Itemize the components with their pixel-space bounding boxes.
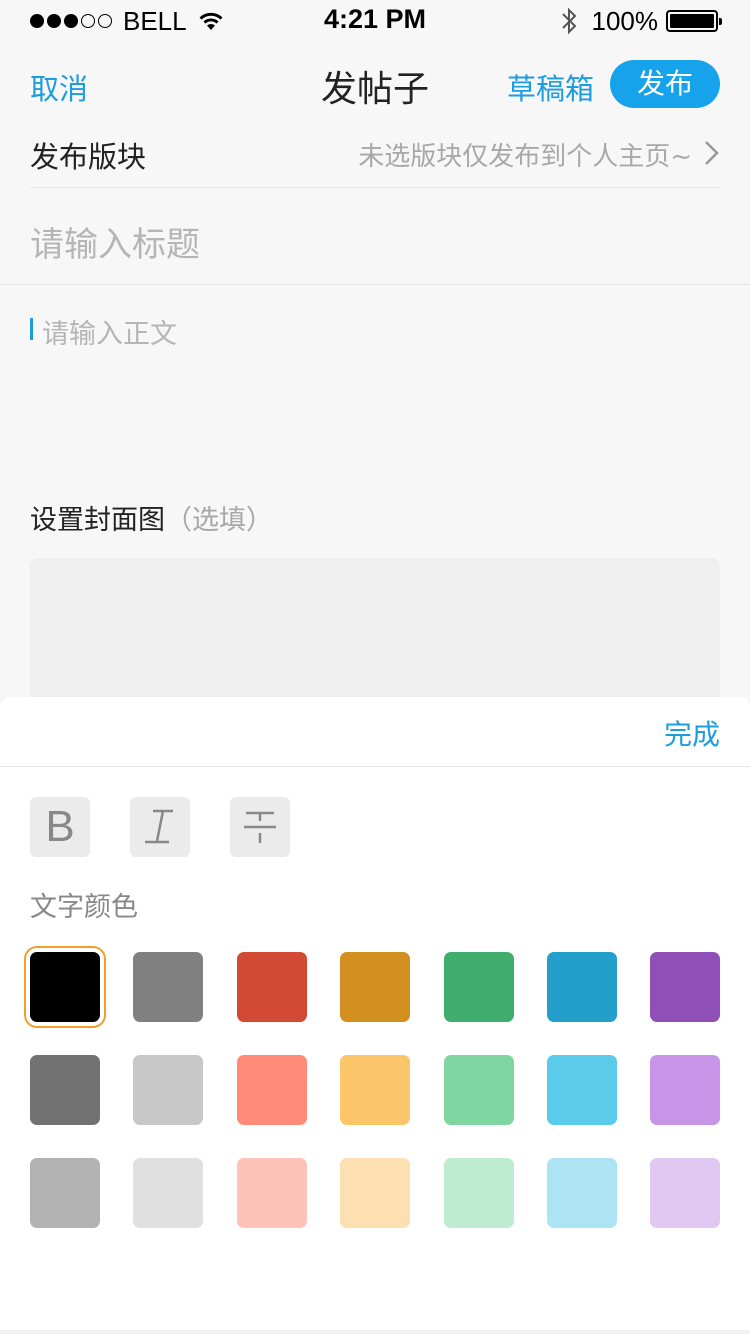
color-swatch[interactable] — [650, 1158, 721, 1228]
italic-button[interactable] — [130, 797, 190, 857]
status-bar: BELL 4:21 PM 100% — [0, 0, 750, 40]
color-swatch[interactable] — [443, 952, 514, 1022]
color-swatch[interactable] — [133, 1055, 204, 1125]
color-swatch[interactable] — [547, 952, 617, 1022]
chevron-right-icon — [705, 141, 719, 165]
color-swatch[interactable] — [340, 1158, 411, 1228]
drafts-button[interactable]: 草稿箱 — [507, 66, 594, 108]
color-swatch[interactable] — [443, 1158, 514, 1228]
board-label: 发布版块 — [30, 140, 147, 174]
color-swatch[interactable] — [547, 1158, 617, 1228]
battery-percent: 100% — [591, 5, 659, 36]
color-swatch[interactable] — [547, 1055, 617, 1125]
color-swatch-grid — [24, 946, 721, 1232]
bottom-divider — [0, 1330, 750, 1334]
bluetooth-icon — [561, 7, 576, 35]
bold-icon: B — [45, 802, 75, 851]
color-swatch[interactable] — [236, 1158, 307, 1228]
nav-bar: 取消 发帖子 草稿箱 发布 — [0, 56, 750, 114]
format-toolbar: B — [30, 797, 330, 857]
color-swatch[interactable] — [133, 1158, 204, 1228]
color-swatch[interactable] — [340, 952, 411, 1022]
color-swatch[interactable] — [236, 1055, 307, 1125]
color-swatch[interactable] — [443, 1055, 514, 1125]
cover-image-picker[interactable] — [30, 558, 720, 718]
cover-label-text: 设置封面图 — [30, 505, 165, 536]
title-placeholder: 请输入标题 — [30, 225, 200, 265]
color-swatch[interactable] — [133, 952, 204, 1022]
color-swatch-selected[interactable] — [24, 946, 106, 1028]
color-swatch[interactable] — [650, 1055, 721, 1125]
body-placeholder: 请输入正文 — [42, 319, 177, 350]
italic-icon — [145, 809, 173, 844]
color-swatch[interactable] — [30, 1158, 100, 1228]
body-input[interactable]: 请输入正文 — [30, 300, 720, 450]
status-right: 100% — [560, 4, 722, 38]
color-swatch[interactable] — [340, 1055, 411, 1125]
strikethrough-icon — [244, 811, 276, 843]
color-swatch[interactable] — [30, 1055, 100, 1125]
color-swatch[interactable] — [236, 952, 307, 1022]
done-button[interactable]: 完成 — [664, 713, 720, 753]
publish-button[interactable]: 发布 — [610, 60, 720, 108]
text-color-label: 文字颜色 — [30, 892, 138, 923]
title-input[interactable]: 请输入标题 — [0, 189, 750, 285]
strikethrough-button[interactable] — [230, 797, 290, 857]
format-panel: 完成 B 文字颜色 — [0, 697, 750, 1334]
text-cursor — [30, 318, 33, 340]
bold-button[interactable]: B — [30, 797, 90, 857]
panel-header: 完成 — [0, 697, 750, 767]
battery-icon — [666, 10, 722, 32]
board-select-row[interactable]: 发布版块 未选版块仅发布到个人主页~ — [30, 120, 720, 188]
cover-label: 设置封面图（选填） — [30, 498, 273, 537]
board-value: 未选版块仅发布到个人主页~ — [358, 142, 692, 172]
color-swatch[interactable] — [650, 952, 721, 1022]
cover-optional-text: （选填） — [165, 505, 273, 536]
